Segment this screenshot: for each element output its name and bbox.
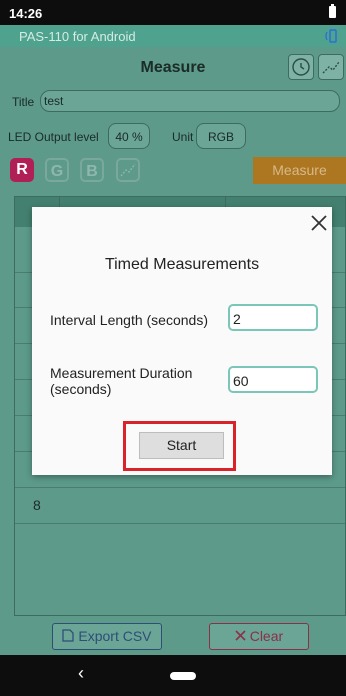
bluetooth-icon[interactable]: [324, 28, 340, 47]
app-bar: PAS-110 for Android: [0, 25, 346, 47]
interval-length-label: Interval Length (seconds): [50, 312, 208, 328]
system-nav-bar: ‹: [0, 655, 346, 696]
duration-label-line1: Measurement Duration: [50, 365, 193, 381]
timer-icon: [292, 58, 310, 76]
close-icon[interactable]: [307, 211, 331, 235]
interval-length-input[interactable]: 2: [228, 304, 318, 331]
x-icon: [235, 630, 246, 641]
measure-button[interactable]: Measure: [253, 157, 346, 184]
start-button[interactable]: Start: [139, 432, 224, 459]
unit-select[interactable]: RGB: [196, 123, 246, 149]
file-icon: [62, 629, 75, 642]
timed-measurements-dialog: Timed Measurements Interval Length (seco…: [32, 207, 332, 475]
status-time: 14:26: [9, 6, 43, 21]
export-csv-label: Export CSV: [78, 628, 152, 644]
led-output-label: LED Output level: [8, 130, 99, 144]
graph-icon: [120, 163, 136, 177]
battery-icon: [329, 4, 336, 18]
title-label: Title: [12, 95, 35, 109]
measurement-duration-label: Measurement Duration (seconds): [50, 365, 192, 397]
channel-b-button[interactable]: B: [80, 158, 104, 182]
app-name: PAS-110 for Android: [19, 29, 136, 44]
channel-r-button[interactable]: R: [10, 158, 34, 182]
led-output-field[interactable]: 40 %: [108, 123, 150, 149]
channel-g-button[interactable]: G: [45, 158, 69, 182]
status-bar: 14:26: [0, 0, 346, 25]
duration-label-line2: (seconds): [50, 381, 112, 397]
timer-button[interactable]: [288, 54, 314, 80]
clear-label: Clear: [249, 628, 284, 644]
measurement-duration-input[interactable]: 60: [228, 366, 318, 393]
row-number: 8: [33, 497, 41, 513]
home-icon[interactable]: [170, 672, 196, 680]
graph-icon: [322, 61, 340, 74]
table-row: [15, 487, 345, 488]
dialog-title: Timed Measurements: [104, 256, 260, 273]
graph-toggle-button[interactable]: [116, 158, 140, 182]
unit-label: Unit: [172, 130, 194, 144]
clear-button[interactable]: Clear: [209, 623, 309, 650]
table-row: [15, 523, 345, 524]
graph-button[interactable]: [318, 54, 344, 80]
export-csv-button[interactable]: Export CSV: [52, 623, 162, 650]
back-icon[interactable]: ‹: [78, 663, 84, 684]
title-input[interactable]: test: [40, 90, 340, 112]
